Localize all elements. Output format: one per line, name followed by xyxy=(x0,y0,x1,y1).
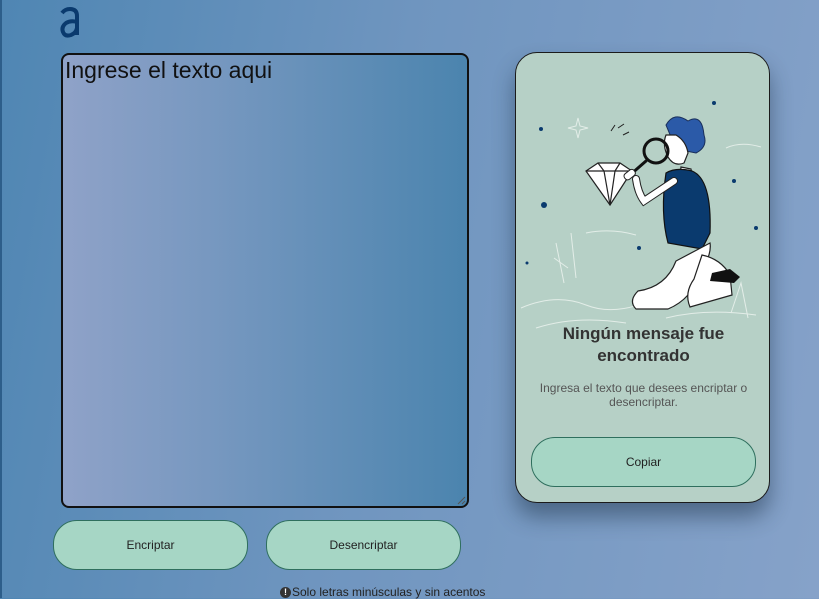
message-input[interactable] xyxy=(61,53,469,508)
person-inspecting-diamond-illustration xyxy=(520,101,762,329)
window-edge xyxy=(0,0,2,598)
input-hint: ! Solo letras minúsculas y sin acentos xyxy=(280,585,485,599)
resize-grip-icon[interactable] xyxy=(456,495,466,505)
result-subtitle: Ingresa el texto que desees encriptar o … xyxy=(539,381,748,409)
result-title: Ningún mensaje fue encontrado xyxy=(562,324,725,365)
hint-text: Solo letras minúsculas y sin acentos xyxy=(292,585,486,599)
encrypt-button[interactable]: Encriptar xyxy=(53,520,248,570)
logo xyxy=(57,4,83,40)
info-icon: ! xyxy=(280,586,291,598)
result-panel: Ningún mensaje fue encontrado Ingresa el… xyxy=(515,52,770,503)
copy-button[interactable]: Copiar xyxy=(531,437,756,487)
decrypt-button[interactable]: Desencriptar xyxy=(266,520,461,570)
